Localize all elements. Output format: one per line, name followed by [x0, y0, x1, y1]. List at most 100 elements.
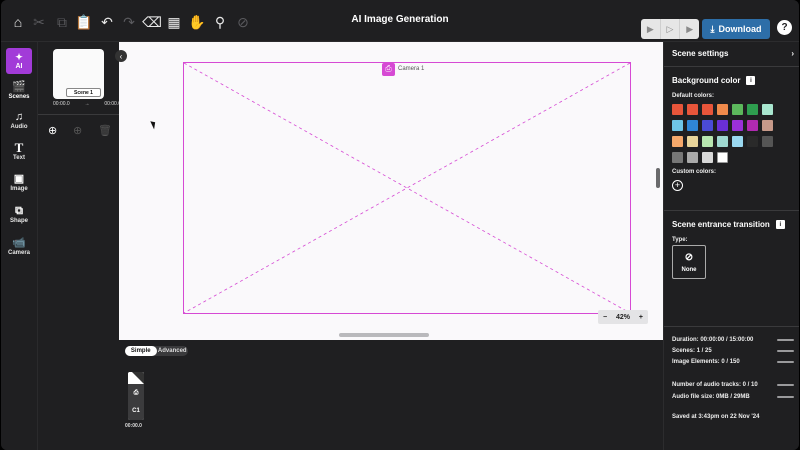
help-button[interactable]: ? — [777, 20, 792, 35]
color-swatch[interactable] — [687, 120, 698, 131]
horizontal-scrollbar[interactable] — [339, 333, 429, 337]
color-swatch[interactable] — [732, 104, 743, 115]
transition-title: Scene entrance transition i — [672, 220, 785, 229]
saved-text: Saved at 3:43pm on 22 Nov '24 — [672, 414, 760, 420]
default-colors-label: Default colors: — [672, 93, 715, 99]
stat-audio-tracks: Number of audio tracks: 0 / 10 — [672, 382, 794, 388]
grid-icon[interactable]: ▦ — [165, 13, 183, 31]
canvas-area[interactable]: ⎙ Camera 1 − 42% + — [119, 42, 663, 340]
transition-none-option[interactable]: ⊘ None — [672, 245, 706, 279]
zoom-out-button[interactable]: − — [603, 314, 607, 321]
panel-header: Scene settings › — [672, 49, 794, 58]
trash-icon[interactable]: 🗑 — [98, 124, 112, 137]
color-swatch[interactable] — [717, 152, 728, 163]
chevron-right-icon[interactable]: › — [791, 49, 794, 58]
color-swatch[interactable] — [672, 136, 683, 147]
info-icon[interactable]: i — [775, 220, 785, 229]
stat-bar — [777, 384, 794, 386]
rail-item-text[interactable]: T Text — [1, 141, 37, 162]
divider — [664, 66, 799, 67]
color-swatch[interactable] — [732, 120, 743, 131]
rail-label: Text — [13, 155, 25, 161]
pin-icon[interactable]: ⚲ — [211, 13, 229, 31]
color-swatch[interactable] — [702, 104, 713, 115]
scene-label: Scene 1 — [66, 88, 101, 97]
color-swatch[interactable] — [717, 136, 728, 147]
hide-icon[interactable]: ⊘ — [234, 13, 252, 31]
color-swatch[interactable] — [687, 136, 698, 147]
camera-icon: ⎙ — [382, 62, 395, 76]
rail-item-audio[interactable]: ♫ Audio — [1, 110, 37, 130]
stat-audio-size: Audio file size: 0MB / 29MB — [672, 394, 794, 400]
clip-label: C1 — [132, 408, 140, 415]
color-swatch[interactable] — [702, 136, 713, 147]
color-swatch[interactable] — [762, 104, 773, 115]
color-swatch[interactable] — [717, 104, 728, 115]
shapes-icon: ⧉ — [15, 205, 23, 217]
ai-tool-button[interactable]: ✦ AI — [6, 48, 32, 74]
camera-icon: ⎙ — [133, 389, 139, 396]
stat-duration: Duration: 00:00:00 / 15:00:00 — [672, 337, 794, 343]
section-title: Background color — [672, 76, 741, 85]
preview-from-start-icon[interactable]: ▷ — [661, 19, 681, 39]
saved-status: Saved at 3:43pm on 22 Nov '24 — [672, 414, 794, 420]
color-swatch[interactable] — [762, 136, 773, 147]
background-color-title: Background color i — [672, 76, 756, 85]
add-custom-color-icon[interactable]: + — [672, 180, 683, 191]
color-swatch[interactable] — [762, 120, 773, 131]
rail-label: Scenes — [8, 94, 30, 100]
vertical-scrollbar[interactable] — [656, 168, 660, 188]
scene-start-time: 00:00.0 — [53, 101, 70, 107]
zoom-in-button[interactable]: + — [639, 314, 643, 321]
color-swatch[interactable] — [747, 136, 758, 147]
sparkle-icon: ✦ — [15, 52, 23, 62]
ai-label: AI — [15, 63, 23, 70]
stat-text: Duration: 00:00:00 / 15:00:00 — [672, 337, 754, 343]
color-swatch[interactable] — [702, 152, 713, 163]
stat-text: Image Elements: 0 / 150 — [672, 359, 740, 365]
rail-label: Camera — [7, 250, 30, 256]
hand-icon[interactable]: ✋ — [188, 13, 206, 31]
info-icon[interactable]: i — [746, 76, 756, 85]
color-swatch[interactable] — [702, 120, 713, 131]
color-swatch[interactable] — [672, 152, 683, 163]
rail-item-shape[interactable]: ⧉ Shape — [1, 204, 37, 224]
camera-clip[interactable]: ⎙ C1 — [128, 372, 144, 420]
camera-frame[interactable] — [183, 62, 631, 314]
eraser-icon[interactable]: ⌫ — [142, 13, 162, 31]
zoom-value: 42% — [615, 313, 630, 321]
color-swatch[interactable] — [747, 120, 758, 131]
stat-bar — [777, 350, 794, 352]
color-swatch[interactable] — [672, 104, 683, 115]
copy-icon[interactable]: ⧉ — [53, 13, 71, 31]
home-icon[interactable]: ⌂ — [9, 13, 27, 31]
add-scene-icon[interactable]: ⊕ — [48, 124, 57, 137]
paste-icon[interactable]: 📋 — [75, 13, 93, 31]
redo-icon[interactable]: ↷ — [120, 13, 138, 31]
color-swatch[interactable] — [672, 120, 683, 131]
color-swatch[interactable] — [687, 104, 698, 115]
mode-advanced-button[interactable]: Advanced — [157, 346, 189, 356]
stat-bar — [777, 339, 794, 341]
mode-simple-button[interactable]: Simple — [125, 346, 157, 356]
collapse-panel-icon[interactable]: ‹ — [115, 50, 127, 62]
ban-icon: ⊘ — [684, 251, 694, 263]
camera-tag[interactable]: ⎙ Camera 1 — [382, 62, 424, 76]
custom-colors-label: Custom colors: — [672, 169, 717, 175]
color-swatch[interactable] — [687, 152, 698, 163]
cut-icon[interactable]: ✂ — [30, 13, 48, 31]
rail-item-camera[interactable]: 📹 Camera — [1, 236, 37, 256]
arrow-icon: → — [84, 101, 90, 107]
download-button[interactable]: ⤓ Download — [702, 19, 770, 39]
color-swatch[interactable] — [747, 104, 758, 115]
preview-scene-icon[interactable]: ▶ — [641, 19, 661, 39]
color-swatch[interactable] — [732, 136, 743, 147]
left-rail: ✦ AI 🎬 Scenes ♫ Audio T Text ▣ Image ⧉ S… — [1, 42, 37, 450]
play-icon[interactable]: ▶ — [680, 19, 699, 39]
duplicate-scene-icon[interactable]: ⊕ — [73, 124, 82, 137]
rail-item-scenes[interactable]: 🎬 Scenes — [1, 80, 37, 100]
color-swatch[interactable] — [717, 120, 728, 131]
undo-icon[interactable]: ↶ — [98, 13, 116, 31]
rail-item-image[interactable]: ▣ Image — [1, 172, 37, 192]
rail-label: Shape — [9, 218, 28, 224]
